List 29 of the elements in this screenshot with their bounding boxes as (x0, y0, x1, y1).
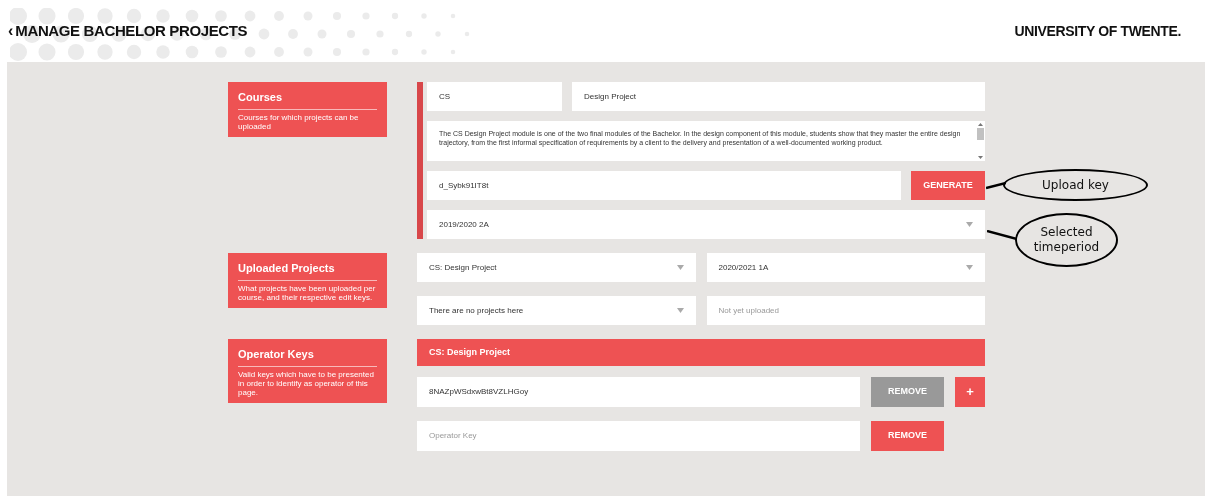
university-logo: UNIVERSITY OF TWENTE. (1014, 21, 1181, 41)
section-description: Valid keys which have to be presented in order to identify as operator of this page. (238, 369, 375, 397)
scroll-up-icon[interactable] (977, 123, 983, 126)
callout-label: Selected timeperiod (1015, 213, 1118, 267)
dropdown-caret-icon (676, 265, 684, 270)
dropdown-caret-icon (676, 308, 684, 313)
dropdown-caret-icon (966, 265, 973, 270)
section-description: Courses for which projects can be uploaded (238, 112, 360, 131)
section-description: What projects have been uploaded per course, and their respective edit keys. (238, 283, 377, 302)
scrollbar[interactable] (975, 121, 985, 161)
page-title: MANAGE BACHELOR PROJECTS (15, 20, 248, 41)
section-title: Operator Keys (238, 346, 377, 367)
dropdown[interactable]: 2019/2020 2A (427, 210, 985, 239)
callout-label: Upload key (1003, 169, 1148, 201)
dropdown[interactable]: 2020/2021 1A (706, 253, 985, 282)
back-link-icon[interactable]: ‹ (8, 23, 14, 39)
scroll-down-icon[interactable] (977, 156, 983, 159)
remove-button[interactable]: REMOVE (871, 421, 944, 451)
input-field[interactable]: CS (427, 82, 562, 111)
course-header-bar: CS: Design Project (417, 339, 985, 366)
generate-button[interactable]: GENERATE (911, 171, 985, 200)
dropdown-caret-icon (966, 222, 973, 227)
input-field[interactable]: d_Sybk91IT8t (427, 171, 901, 200)
leader-line (987, 230, 1017, 242)
dropdown[interactable]: There are no projects here (417, 296, 696, 325)
dropdown[interactable]: CS: Design Project (417, 253, 696, 282)
section-title: Uploaded Projects (238, 260, 377, 281)
section-title: Courses (238, 89, 377, 110)
input-field[interactable]: Design Project (572, 82, 985, 111)
